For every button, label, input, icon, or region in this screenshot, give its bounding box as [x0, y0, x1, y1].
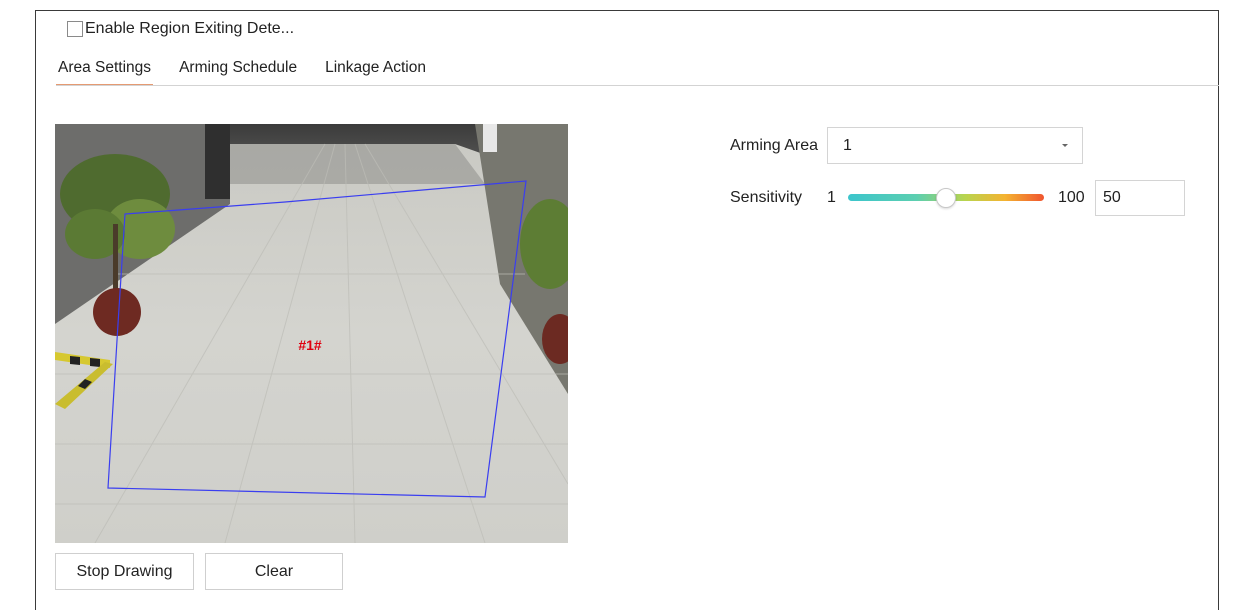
- arming-area-label: Arming Area: [730, 137, 819, 154]
- sensitivity-input[interactable]: [1095, 180, 1185, 216]
- camera-scene: #1#: [55, 124, 568, 543]
- tab-linkage-action[interactable]: Linkage Action: [323, 58, 428, 86]
- tab-bar: Area Settings Arming Schedule Linkage Ac…: [56, 58, 452, 86]
- enable-row[interactable]: Enable Region Exiting Dete...: [67, 19, 294, 39]
- sensitivity-min: 1: [827, 189, 836, 206]
- camera-preview[interactable]: #1#: [55, 124, 568, 543]
- slider-thumb[interactable]: [936, 188, 956, 208]
- stop-drawing-button[interactable]: Stop Drawing: [55, 553, 194, 590]
- sensitivity-label: Sensitivity: [730, 189, 803, 206]
- sensitivity-slider[interactable]: [848, 186, 1044, 210]
- region-label: #1#: [298, 337, 322, 353]
- tab-arming-schedule[interactable]: Arming Schedule: [177, 58, 299, 86]
- tab-area-settings[interactable]: Area Settings: [56, 58, 154, 86]
- tab-divider: [56, 85, 1219, 86]
- arming-area-select[interactable]: 1: [827, 127, 1083, 164]
- arming-area-value: 1: [843, 137, 852, 154]
- enable-checkbox[interactable]: [67, 21, 83, 37]
- caret-down-icon: [1062, 144, 1068, 147]
- clear-button[interactable]: Clear: [205, 553, 343, 590]
- sensitivity-max: 100: [1058, 189, 1085, 206]
- enable-label: Enable Region Exiting Dete...: [85, 20, 295, 37]
